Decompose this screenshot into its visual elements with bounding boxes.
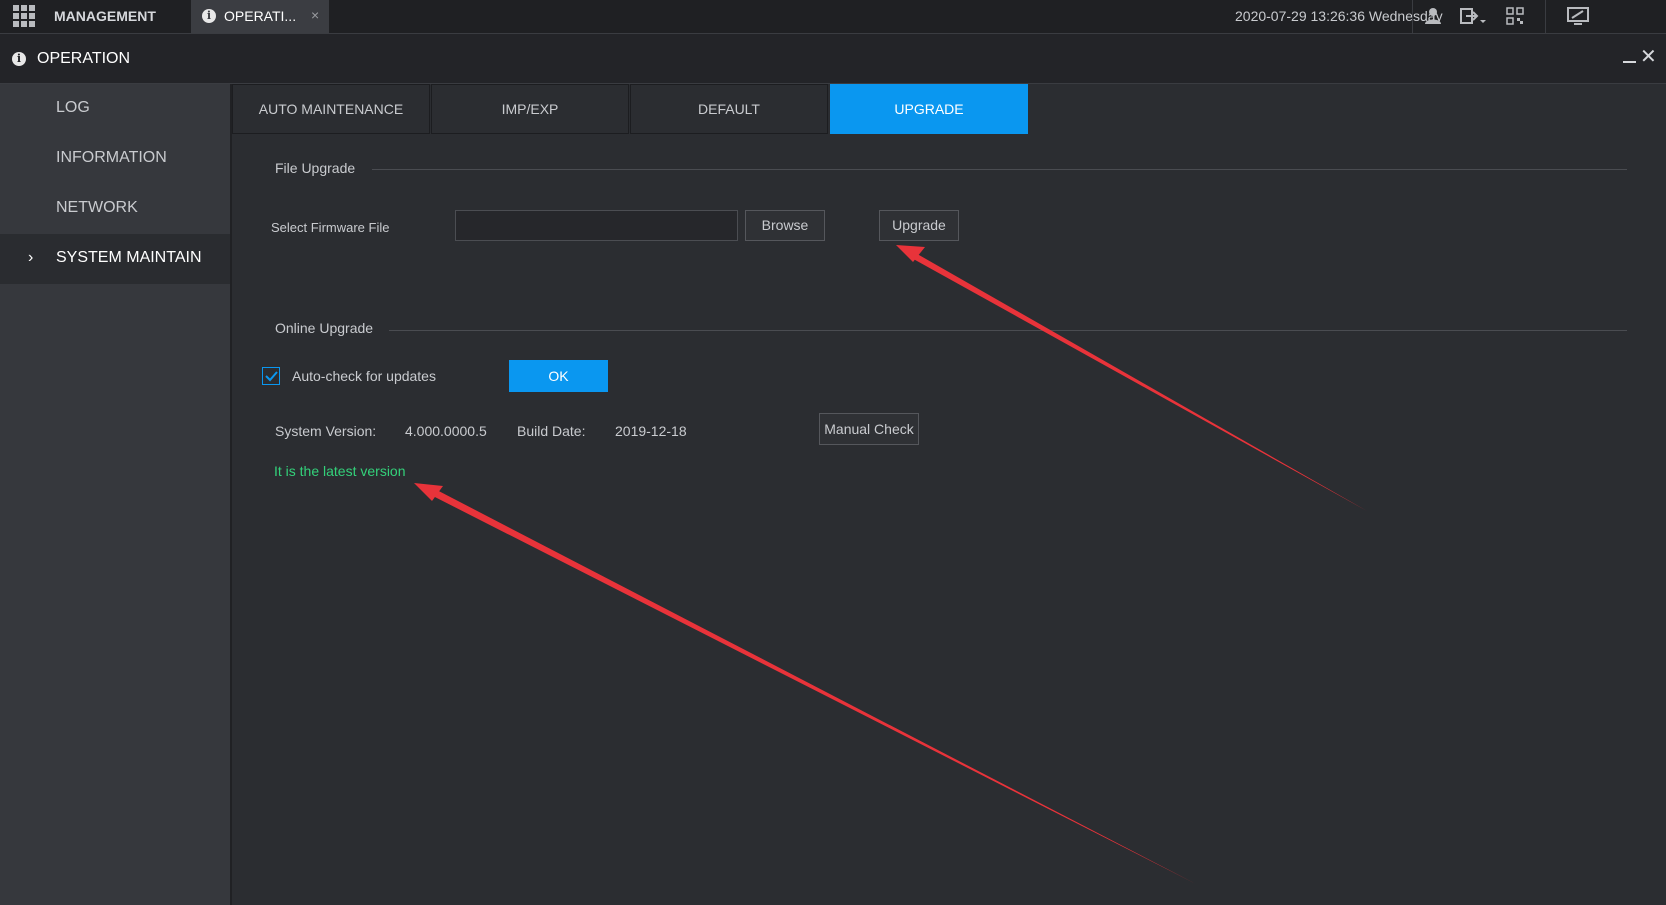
build-date-value: 2019-12-18 — [615, 423, 687, 439]
info-icon: i — [202, 9, 216, 23]
tab-operation-label: OPERATI... — [224, 8, 297, 24]
upgrade-button[interactable]: Upgrade — [879, 210, 959, 241]
sidebar-item-information[interactable]: INFORMATION — [0, 134, 230, 184]
sidebar-item-label: INFORMATION — [56, 149, 167, 166]
close-icon[interactable]: ✕ — [1640, 47, 1657, 67]
divider — [389, 330, 1627, 331]
arrow-head-icon — [414, 483, 443, 501]
chevron-right-icon: › — [28, 249, 34, 266]
qr-code-icon[interactable] — [1504, 6, 1526, 26]
arrow-head-icon — [896, 245, 925, 262]
divider — [1412, 0, 1413, 33]
window-title: OPERATION — [37, 50, 131, 67]
tab-default[interactable]: DEFAULT — [630, 84, 828, 134]
online-upgrade-heading: Online Upgrade — [275, 320, 374, 336]
manual-check-button[interactable]: Manual Check — [819, 413, 919, 445]
checkmark-icon — [265, 371, 278, 382]
user-icon[interactable] — [1422, 6, 1444, 26]
main-menu-grid-icon[interactable] — [13, 5, 35, 27]
firmware-file-input[interactable] — [455, 210, 738, 241]
auto-check-label: Auto-check for updates — [292, 368, 436, 384]
sidebar-item-label: SYSTEM MAINTAIN — [56, 249, 202, 266]
build-date-label: Build Date: — [517, 423, 586, 439]
top-bar: MANAGEMENT i OPERATI... × 2020-07-29 13:… — [0, 0, 1666, 34]
minimize-icon[interactable] — [1623, 61, 1636, 63]
logout-icon[interactable] — [1458, 6, 1488, 26]
select-firmware-label: Select Firmware File — [271, 220, 390, 235]
system-version-label: System Version: — [275, 423, 377, 439]
divider — [1545, 0, 1546, 33]
window-title-bar: i OPERATION ✕ — [0, 34, 1666, 84]
arrow-to-status-icon — [427, 487, 1196, 884]
browse-button[interactable]: Browse — [745, 210, 825, 241]
sidebar: LOG INFORMATION NETWORK › SYSTEM MAINTAI… — [0, 84, 232, 905]
annotation-arrows — [414, 245, 1367, 884]
status-message: It is the latest version — [274, 463, 406, 479]
sidebar-item-network[interactable]: NETWORK — [0, 184, 230, 234]
file-upgrade-heading: File Upgrade — [275, 160, 356, 176]
tab-upgrade[interactable]: UPGRADE — [830, 84, 1028, 134]
arrow-to-upgrade-icon — [908, 251, 1367, 511]
sidebar-item-log[interactable]: LOG — [0, 84, 230, 134]
management-label[interactable]: MANAGEMENT — [54, 8, 156, 24]
tab-operation[interactable]: i OPERATI... × — [191, 0, 329, 33]
monitor-icon[interactable] — [1565, 6, 1591, 26]
sidebar-item-label: NETWORK — [56, 199, 138, 216]
tab-close-icon[interactable]: × — [311, 7, 319, 23]
info-icon: i — [12, 52, 26, 66]
sidebar-item-label: LOG — [56, 99, 90, 116]
sidebar-item-system-maintain[interactable]: › SYSTEM MAINTAIN — [0, 234, 230, 284]
auto-check-checkbox[interactable] — [262, 367, 280, 385]
tab-auto-maintenance[interactable]: AUTO MAINTENANCE — [232, 84, 430, 134]
system-version-value: 4.000.0000.5 — [405, 423, 487, 439]
ok-button[interactable]: OK — [509, 360, 608, 392]
divider — [372, 169, 1627, 170]
tab-imp-exp[interactable]: IMP/EXP — [431, 84, 629, 134]
